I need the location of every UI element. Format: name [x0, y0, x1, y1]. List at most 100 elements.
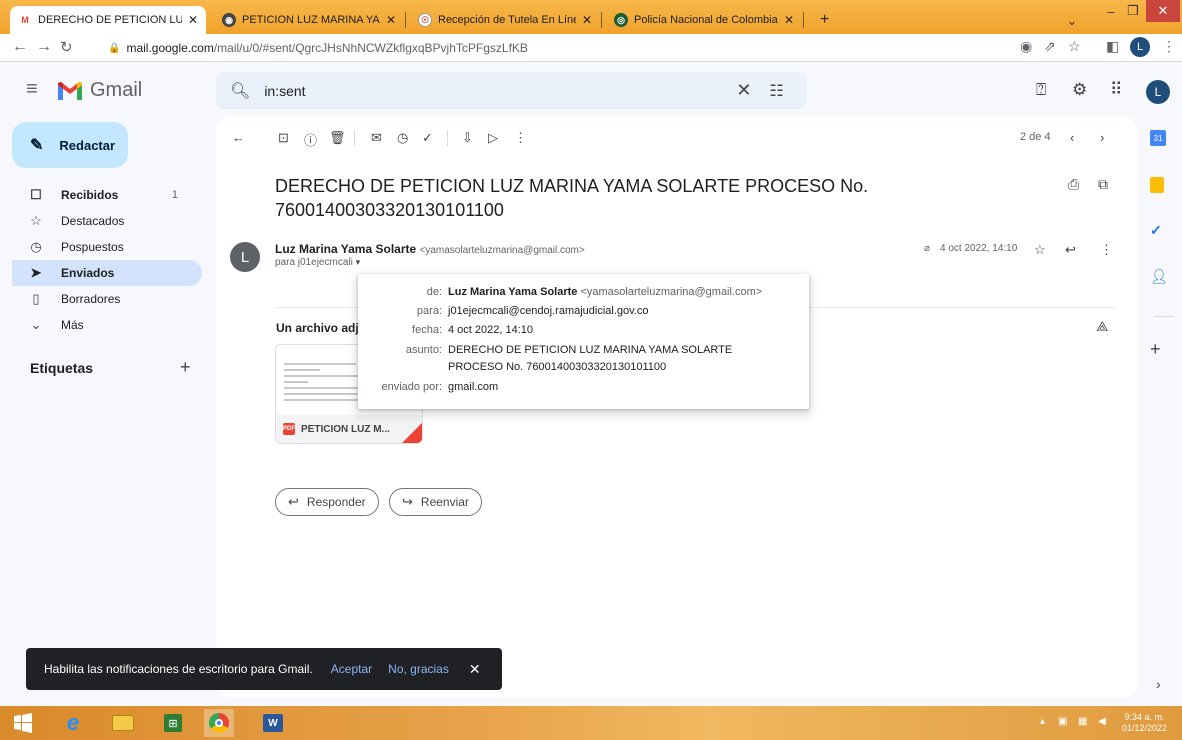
move-to-icon[interactable]: ⇩ — [462, 130, 473, 146]
more-options-icon[interactable]: ⋮ — [514, 130, 527, 146]
url-field[interactable]: 🔒 mail.google.com /mail/u/0/#sent/QgrcJH… — [108, 37, 998, 59]
show-side-panel-icon[interactable]: › — [1156, 676, 1161, 692]
volume-icon[interactable]: ◀ — [1098, 716, 1106, 727]
browser-tab-3[interactable]: ☉ Recepción de Tutela En Línea ✕ — [410, 6, 600, 34]
search-options-icon[interactable]: ☷ — [769, 81, 783, 101]
close-window-button[interactable]: ✕ — [1146, 0, 1180, 22]
add-label-icon[interactable]: + — [180, 357, 191, 378]
tray-chevron-icon[interactable]: ▴ — [1040, 716, 1045, 727]
unread-count: 1 — [171, 189, 178, 201]
side-panel-icon[interactable]: ◧ — [1106, 38, 1119, 55]
details-subject-label: asunto: — [405, 344, 442, 356]
newer-chevron-icon[interactable]: ‹ — [1070, 130, 1074, 145]
recipient-details-toggle[interactable]: para j01ejecmcali ▾ — [275, 257, 360, 268]
calendar-icon[interactable]: 31 — [1150, 130, 1166, 146]
close-tab-icon[interactable]: ✕ — [582, 13, 592, 27]
reload-icon[interactable]: ↻ — [60, 38, 73, 56]
star-icon: ☆ — [30, 213, 42, 228]
browser-tab-1[interactable]: M DERECHO DE PETICION LUZ MAR ✕ — [10, 6, 206, 34]
keep-icon[interactable] — [1150, 177, 1164, 193]
search-input[interactable] — [264, 82, 725, 99]
gmail-logo[interactable]: Gmail — [58, 79, 142, 102]
sidebar-item-snoozed[interactable]: ◷ Pospuestos — [12, 234, 202, 260]
search-bar[interactable]: 🔍︎ ✕ ☷ — [216, 72, 807, 109]
get-addons-icon[interactable]: + — [1150, 339, 1161, 360]
side-panel-divider — [1154, 316, 1174, 317]
gmail-favicon-icon: M — [21, 15, 29, 25]
save-to-drive-icon[interactable]: ⟁ — [1096, 318, 1109, 335]
new-tab-button[interactable]: + — [812, 6, 836, 34]
compose-button[interactable]: ✎ Redactar — [12, 122, 128, 168]
chrome-icon[interactable] — [204, 709, 234, 737]
sidebar-item-label: Más — [61, 318, 84, 332]
pdf-file-icon: PDF — [283, 423, 295, 435]
reply-button[interactable]: ↩ Responder — [275, 488, 379, 516]
browser-menu-icon[interactable]: ⋮ — [1162, 38, 1176, 55]
clear-search-icon[interactable]: ✕ — [736, 80, 751, 101]
snooze-icon[interactable]: ◷ — [397, 130, 408, 146]
main-menu-icon[interactable]: ≡ — [26, 78, 38, 101]
file-explorer-icon[interactable] — [108, 709, 138, 737]
sidebar-item-starred[interactable]: ☆ Destacados — [12, 208, 202, 234]
decline-button[interactable]: No, gracias — [388, 662, 449, 676]
details-subject-row: asunto: DERECHO DE PETICION LUZ MARINA Y… — [358, 342, 809, 376]
tray-app-icon[interactable]: ▣ — [1058, 716, 1067, 727]
forward-arrow-icon[interactable]: → — [36, 38, 52, 56]
browser-tab-2[interactable]: ◉ PETICION LUZ MARINA YAMA S( ✕ — [214, 6, 404, 34]
share-icon[interactable]: ⇗ — [1044, 38, 1056, 55]
install-app-icon[interactable]: ◉ — [1020, 38, 1032, 55]
close-tab-icon[interactable]: ✕ — [188, 13, 198, 27]
windows-start-icon[interactable] — [8, 709, 38, 737]
tasks-icon[interactable]: ✓ — [1150, 222, 1162, 239]
tab-search-icon[interactable]: ⌄ — [1062, 10, 1082, 32]
sidebar-item-more[interactable]: ⌄ Más — [12, 312, 202, 338]
url-path: /mail/u/0/#sent/QgrcJHsNhNCWZkflgxqBPvjh… — [213, 41, 528, 55]
message-details-popup: de: Luz Marina Yama Solarte <yamasolarte… — [358, 274, 809, 409]
back-to-list-icon[interactable]: ← — [232, 130, 245, 145]
older-chevron-icon[interactable]: › — [1100, 130, 1104, 145]
close-tab-icon[interactable]: ✕ — [784, 13, 794, 27]
reply-arrow-icon[interactable]: ↩ — [1065, 242, 1076, 258]
taskbar-clock[interactable]: 9:34 a. m. 01/12/2022 — [1122, 712, 1167, 734]
help-icon[interactable]: ⍰ — [1036, 80, 1046, 100]
sidebar-item-inbox[interactable]: ☐ Recibidos 1 — [12, 182, 202, 208]
store-icon[interactable]: ⊞ — [158, 709, 188, 737]
print-icon[interactable]: ⎙ — [1068, 176, 1079, 193]
sidebar-item-label: Recibidos — [61, 188, 119, 202]
internet-explorer-icon[interactable]: e — [58, 709, 88, 737]
tab-separator — [601, 12, 602, 28]
add-to-tasks-icon[interactable]: ✓ — [422, 130, 433, 146]
apps-grid-icon[interactable]: ⠿ — [1110, 80, 1122, 100]
delete-icon[interactable]: 🗑︎ — [329, 130, 346, 146]
minimize-button[interactable]: – — [1100, 0, 1122, 22]
forward-button[interactable]: ↪ Reenviar — [389, 488, 482, 516]
tab-separator — [803, 12, 804, 28]
close-tab-icon[interactable]: ✕ — [386, 13, 396, 27]
sidebar-item-sent[interactable]: ➤ Enviados — [12, 260, 202, 286]
search-icon[interactable]: 🔍︎ — [230, 81, 250, 101]
star-message-icon[interactable]: ☆ — [1034, 242, 1046, 258]
settings-gear-icon[interactable]: ⚙ — [1072, 80, 1087, 100]
open-new-window-icon[interactable]: ⧉ — [1098, 176, 1108, 193]
message-more-icon[interactable]: ⋮ — [1100, 242, 1113, 258]
contacts-icon[interactable]: 👤︎ — [1150, 268, 1168, 285]
forward-label: Reenviar — [420, 495, 469, 509]
label-icon[interactable]: ▷ — [488, 130, 498, 146]
details-to-value: j01ejecmcali@cendoj.ramajudicial.gov.co — [448, 305, 649, 317]
browser-profile-avatar[interactable]: L — [1130, 37, 1150, 57]
clock-time: 9:34 a. m. — [1124, 712, 1165, 722]
account-avatar[interactable]: L — [1146, 80, 1170, 104]
accept-button[interactable]: Aceptar — [331, 662, 372, 676]
restore-button[interactable]: ❐ — [1122, 0, 1144, 22]
word-icon[interactable]: W — [258, 709, 288, 737]
toolbar-divider — [447, 130, 448, 146]
mark-unread-icon[interactable]: ✉ — [371, 130, 382, 146]
back-arrow-icon[interactable]: ← — [12, 38, 28, 56]
sidebar-item-drafts[interactable]: ▯ Borradores — [12, 286, 202, 312]
browser-tab-4[interactable]: ◎ Policía Nacional de Colombia ✕ — [606, 6, 802, 34]
bookmark-star-icon[interactable]: ☆ — [1068, 38, 1081, 55]
dismiss-snackbar-icon[interactable]: ✕ — [469, 661, 481, 678]
network-icon[interactable]: ▦ — [1078, 716, 1087, 727]
archive-icon[interactable]: ⊡ — [278, 130, 289, 146]
report-spam-icon[interactable]: ⓘ — [304, 130, 317, 149]
